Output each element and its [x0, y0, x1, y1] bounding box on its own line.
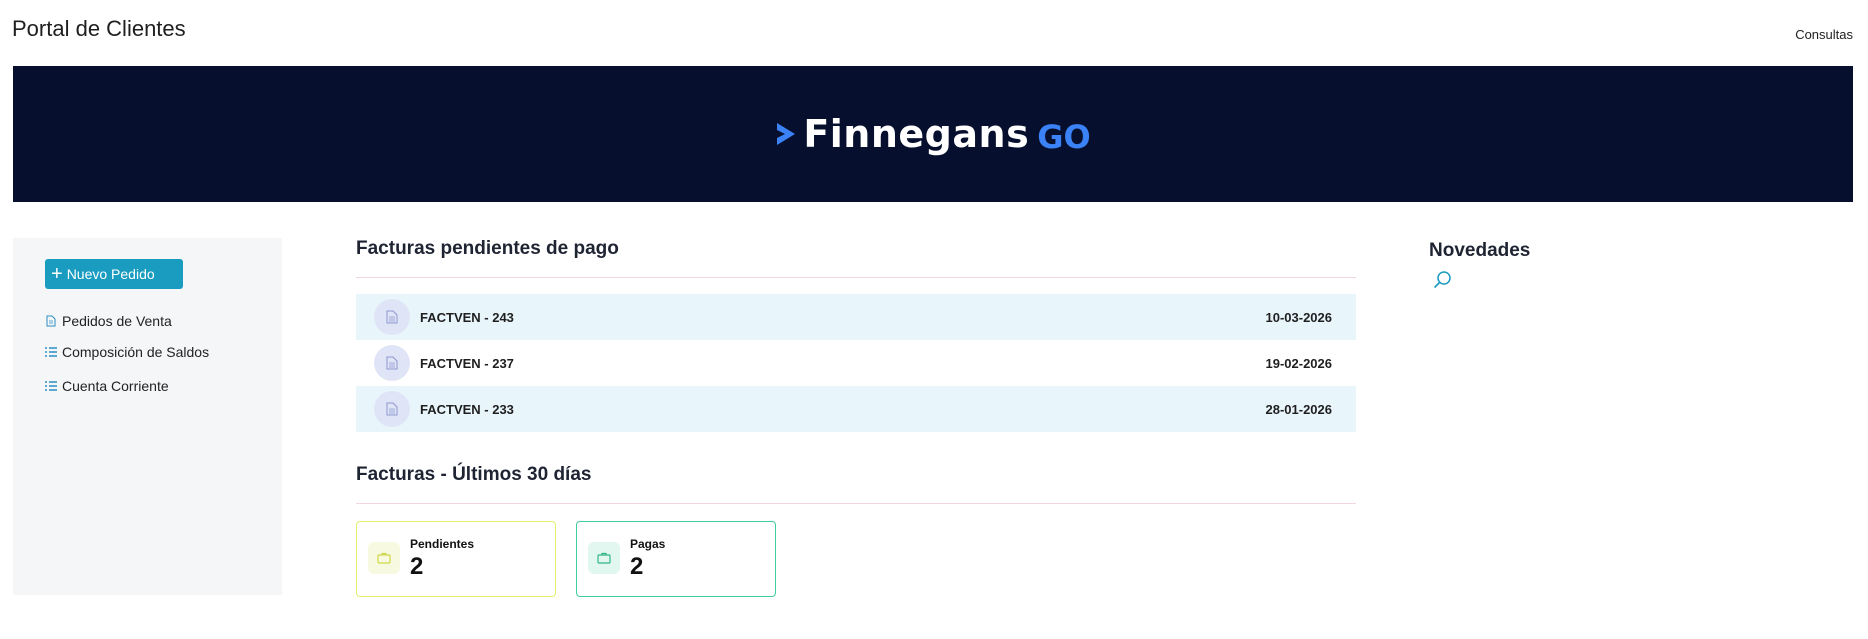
card-value: 2: [410, 553, 424, 580]
sidebar-item-label: Composición de Saldos: [62, 344, 210, 360]
pending-invoices-list: FACTVEN - 243 10-03-2026 FACTVEN - 237 1…: [356, 294, 1356, 432]
app-title: Portal de Clientes: [12, 16, 186, 41]
card-label: Pendientes: [410, 537, 475, 551]
sidebar: + Nuevo Pedido Pedidos de Venta Composic…: [13, 238, 282, 595]
news-panel: Novedades: [1429, 240, 1531, 288]
invoice-date: 28-01-2026: [1265, 401, 1333, 417]
news-title: Novedades: [1429, 240, 1531, 261]
new-order-label: Nuevo Pedido: [66, 266, 155, 282]
document-icon: [374, 391, 410, 427]
paid-card[interactable]: Pagas 2: [576, 521, 776, 597]
finnegans-logo: Finnegans GO: [775, 112, 1091, 156]
section-divider: [356, 503, 1356, 504]
document-icon: [374, 345, 410, 381]
invoice-row[interactable]: FACTVEN - 237 19-02-2026: [356, 340, 1356, 386]
document-icon: [45, 315, 57, 327]
invoice-id: FACTVEN - 237: [420, 355, 514, 371]
last-30-days-title: Facturas - Últimos 30 días: [356, 464, 592, 485]
card-label: Pagas: [630, 537, 666, 551]
invoice-date: 10-03-2026: [1265, 309, 1333, 325]
summary-cards: Pendientes 2 Pagas 2: [356, 521, 776, 597]
search-icon[interactable]: [1433, 270, 1453, 290]
pending-invoices-title: Facturas pendientes de pago: [356, 238, 619, 259]
plus-icon: +: [51, 263, 63, 285]
top-bar: Portal de Clientes Consultas: [0, 0, 1868, 66]
list-icon: [45, 346, 57, 358]
sidebar-item-label: Cuenta Corriente: [62, 378, 169, 394]
document-icon: [374, 299, 410, 335]
section-divider: [356, 277, 1356, 278]
sidebar-item-composicion-de-saldos[interactable]: Composición de Saldos: [45, 344, 209, 360]
pending-card[interactable]: Pendientes 2: [356, 521, 556, 597]
invoice-date: 19-02-2026: [1265, 355, 1333, 371]
invoice-id: FACTVEN - 243: [420, 309, 514, 325]
briefcase-icon: [368, 542, 400, 574]
new-order-button[interactable]: + Nuevo Pedido: [45, 259, 183, 289]
consultas-link[interactable]: Consultas: [1795, 27, 1853, 42]
briefcase-icon: [588, 542, 620, 574]
logo-text: Finnegans: [803, 112, 1030, 156]
sidebar-item-cuenta-corriente[interactable]: Cuenta Corriente: [45, 378, 169, 394]
invoice-row[interactable]: FACTVEN - 243 10-03-2026: [356, 294, 1356, 340]
logo-suffix: GO: [1037, 118, 1091, 156]
list-icon: [45, 380, 57, 392]
invoice-row[interactable]: FACTVEN - 233 28-01-2026: [356, 386, 1356, 432]
invoice-id: FACTVEN - 233: [420, 401, 514, 417]
brand-banner: Finnegans GO: [13, 66, 1853, 202]
sidebar-item-label: Pedidos de Venta: [62, 313, 172, 329]
chevron-right-icon: [777, 123, 796, 145]
sidebar-item-pedidos-de-venta[interactable]: Pedidos de Venta: [45, 313, 172, 329]
card-value: 2: [630, 553, 644, 580]
